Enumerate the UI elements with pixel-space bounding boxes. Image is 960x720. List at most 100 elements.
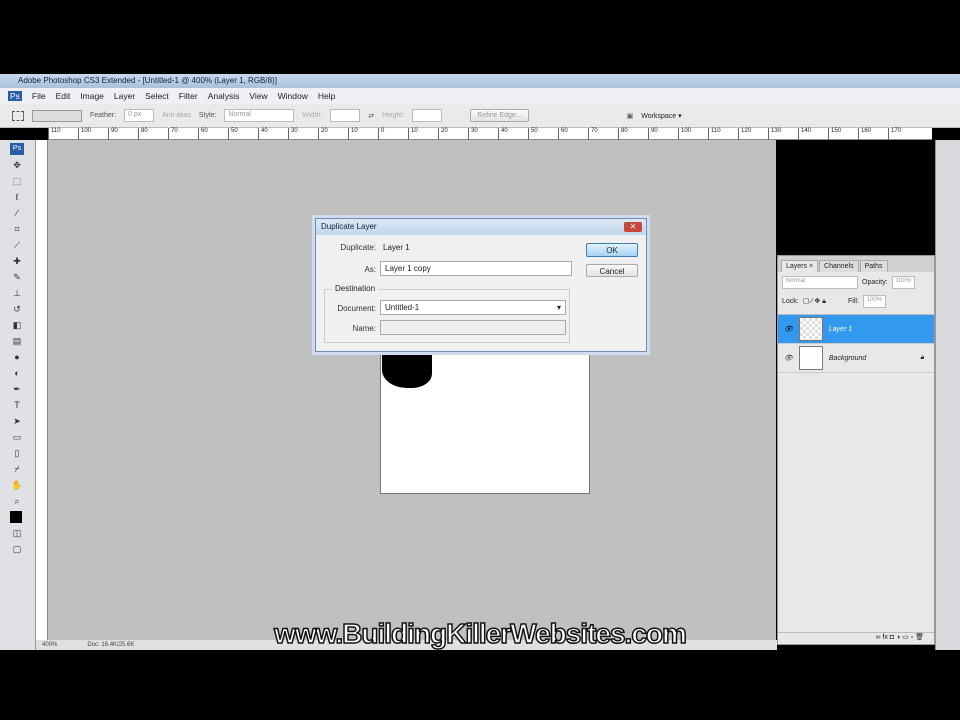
healing-brush-icon[interactable]: ✚ [10,255,24,267]
ruler-tick-label: 30 [288,128,318,140]
layer-thumbnail [798,317,823,341]
duplicate-layer-dialog: Duplicate Layer ✕ Duplicate: Layer 1 As:… [315,218,647,352]
notes-tool-icon[interactable]: ▯ [10,447,24,459]
magic-wand-icon[interactable]: ⁄ [10,207,24,219]
ruler-tick-label: 30 [468,128,498,140]
chevron-down-icon: ▾ [556,303,561,312]
horizontal-ruler: 110 100 90 80 70 60 50 40 30 20 10 0 10 20 30 40 50 60 70 8… [48,128,932,140]
width-input[interactable] [330,109,361,122]
menu-edit[interactable]: Edit [56,91,71,101]
ruler-tick-label: 110 [708,128,738,140]
menu-select[interactable]: Select [145,91,169,101]
opacity-input[interactable]: 100% [891,276,916,289]
ruler-tick-label: 90 [648,128,678,140]
duplicate-value: Layer 1 [383,243,410,252]
crop-tool-icon[interactable]: ⌗ [10,223,24,235]
dodge-tool-icon[interactable]: ◐ [10,367,24,379]
history-brush-icon[interactable]: ↺ [10,303,24,315]
ruler-tick-label: 160 [858,128,888,140]
brush-tool-icon[interactable]: ✎ [10,271,24,283]
document-value: Untitled-1 [385,303,420,312]
antialias-checkbox[interactable]: Anti-alias [162,112,191,119]
layer-row-layer-1[interactable]: 👁︎ Layer 1 [778,315,934,344]
menu-image[interactable]: Image [80,91,104,101]
document-select[interactable]: Untitled-1 ▾ [380,300,566,315]
ruler-tick-label: 100 [78,128,108,140]
panel-dock[interactable] [935,140,960,650]
marquee-tool-icon[interactable]: ⬚ [10,175,24,187]
as-label: As: [364,265,376,274]
menu-analysis[interactable]: Analysis [208,91,240,101]
shape-tool-icon[interactable]: ▭ [10,431,24,443]
menu-help[interactable]: Help [318,91,335,101]
layers-panel: Layers × Channels Paths Normal Opacity: 10… [777,255,935,645]
palette-well-icon[interactable]: ▣ [627,112,634,120]
layer-name: Background [828,354,867,362]
duplicate-label: Duplicate: [340,243,376,252]
black-brush-stroke [382,352,432,388]
ok-button[interactable]: OK [586,243,638,257]
move-tool-icon[interactable]: ✥ [10,159,24,171]
menu-filter[interactable]: Filter [179,91,198,101]
watermark: www.BuildingKillerWebsites.com [273,617,687,650]
ruler-tick-label: 80 [138,128,168,140]
menu-window[interactable]: Window [278,91,308,101]
menu-file[interactable]: File [32,91,46,101]
feather-label: Feather: [90,112,117,119]
tab-layers[interactable]: Layers × [781,260,819,272]
blend-mode-select[interactable]: Normal [782,276,858,289]
menu-view[interactable]: View [249,91,267,101]
workspace-button[interactable]: Workspace ▾ [641,112,681,120]
height-label: Height: [382,112,405,119]
zoom-tool-icon[interactable]: ⌕ [10,495,24,507]
layer-row-background[interactable]: 👁︎ Background 🔒︎ [778,344,934,373]
width-label: Width: [302,112,323,119]
ruler-tick-label: 140 [798,128,828,140]
as-input[interactable]: Layer 1 copy [380,261,572,276]
stamp-tool-icon[interactable]: ⊥ [10,287,24,299]
feather-input[interactable]: 0 px [124,109,155,122]
eyedropper-icon[interactable]: ⌿ [10,463,24,475]
ruler-tick-label: 110 [48,128,78,140]
ruler-tick-label: 50 [528,128,558,140]
ruler-tick-label: 60 [198,128,228,140]
marquee-tool-icon[interactable] [12,110,24,121]
eraser-tool-icon[interactable]: ◧ [10,319,24,331]
foreground-color-swatch[interactable] [10,511,22,523]
eye-icon[interactable]: 👁︎ [784,325,793,333]
eye-icon[interactable]: 👁︎ [784,354,793,362]
ps-badge-icon: Ps [10,143,24,155]
ruler-tick-label: 10 [408,128,438,140]
slice-tool-icon[interactable]: ⟋ [10,239,24,251]
hand-tool-icon[interactable]: ✋ [10,479,24,491]
refine-edge-button[interactable]: Refine Edge... [470,109,529,122]
gradient-tool-icon[interactable]: ▤ [10,335,24,347]
lasso-tool-icon[interactable]: ℓ [10,191,24,203]
menu-layer[interactable]: Layer [114,91,135,101]
blur-tool-icon[interactable]: ● [10,351,24,363]
ruler-tick-label: 0 [378,128,408,140]
lock-icons[interactable]: ▢ ⁄ ✥ 🔒︎ [803,297,826,306]
ruler-tick-label: 50 [228,128,258,140]
ruler-tick-label: 120 [738,128,768,140]
toolbox: Ps ✥ ⬚ ℓ ⁄ ⌗ ⟋ ✚ ✎ ⊥ ↺ ◧ ▤ ● ◐ ✒ T ➤ ▭ ▯… [0,140,36,650]
tab-paths[interactable]: Paths [859,260,888,272]
quick-mask-icon[interactable]: ◫ [10,527,24,539]
type-tool-icon[interactable]: T [10,399,24,411]
path-select-icon[interactable]: ➤ [10,415,24,427]
lock-label: Lock: [782,298,799,305]
document-label: Document: [337,304,376,313]
name-input[interactable] [380,320,566,335]
style-select[interactable]: Normal [224,109,295,122]
vertical-ruler [36,140,48,640]
cancel-button[interactable]: Cancel [586,264,638,277]
fill-label: Fill: [847,298,859,305]
height-input[interactable] [412,109,443,122]
selection-mode-icons[interactable] [32,109,82,122]
fill-input[interactable]: 100% [862,295,887,308]
screen-mode-icon[interactable]: ▢ [10,543,24,555]
tab-channels[interactable]: Channels [819,260,859,272]
swap-icon[interactable]: ⇄ [368,112,374,120]
pen-tool-icon[interactable]: ✒ [10,383,24,395]
close-icon[interactable]: ✕ [624,222,642,232]
